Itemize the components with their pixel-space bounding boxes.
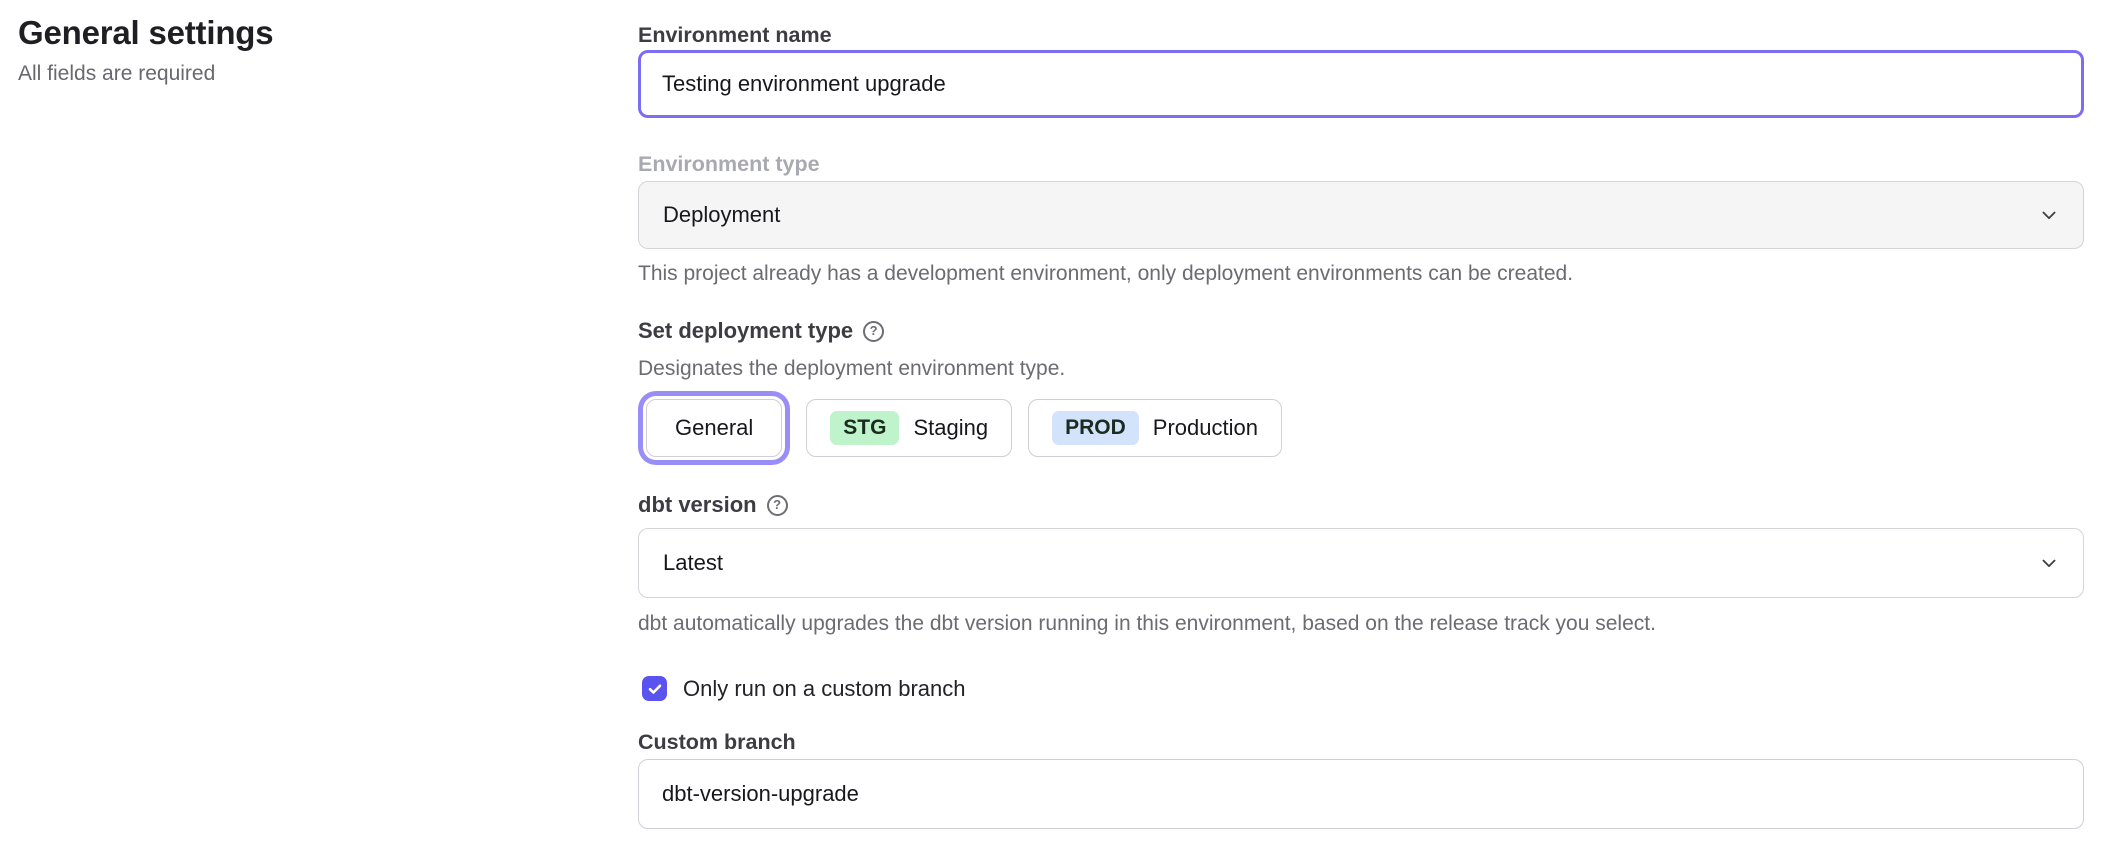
deployment-type-helper: Designates the deployment environment ty… [638, 356, 2084, 382]
page-subtitle: All fields are required [18, 61, 578, 87]
general-settings-form: Environment name Environment type Deploy… [638, 0, 2084, 829]
page-title: General settings [18, 12, 578, 54]
production-badge: PROD [1052, 411, 1139, 445]
deployment-type-options: General STG Staging PROD Production [638, 389, 2084, 467]
checkmark-icon [647, 681, 663, 697]
deployment-type-label: Set deployment type ? [638, 318, 2084, 344]
deployment-type-staging-button[interactable]: STG Staging [806, 399, 1012, 457]
custom-branch-checkbox-label[interactable]: Only run on a custom branch [683, 676, 965, 702]
custom-branch-label: Custom branch [638, 729, 2084, 755]
environment-type-value: Deployment [663, 202, 780, 228]
custom-branch-checkbox-row: Only run on a custom branch [638, 676, 2084, 701]
dbt-version-label-text: dbt version [638, 492, 757, 518]
deployment-type-general-button[interactable]: General [646, 399, 782, 457]
dbt-version-label: dbt version ? [638, 492, 2084, 518]
chevron-down-icon [2039, 553, 2059, 573]
staging-button-label: Staging [913, 415, 988, 441]
deployment-type-label-text: Set deployment type [638, 318, 853, 344]
custom-branch-input[interactable] [638, 759, 2084, 829]
environment-type-select[interactable]: Deployment [638, 181, 2084, 249]
environment-type-label: Environment type [638, 151, 2084, 177]
dbt-version-value: Latest [663, 550, 723, 576]
help-icon[interactable]: ? [767, 495, 788, 516]
production-button-label: Production [1153, 415, 1258, 441]
environment-name-label: Environment name [638, 22, 2084, 48]
environment-name-input[interactable] [638, 50, 2084, 118]
help-icon[interactable]: ? [863, 321, 884, 342]
custom-branch-checkbox[interactable] [642, 676, 667, 701]
chevron-down-icon [2039, 205, 2059, 225]
staging-badge: STG [830, 411, 899, 445]
general-button-label: General [675, 415, 753, 441]
dbt-version-helper: dbt automatically upgrades the dbt versi… [638, 611, 2084, 637]
environment-type-helper: This project already has a development e… [638, 261, 2084, 287]
page-header: General settings All fields are required [18, 12, 578, 87]
dbt-version-select[interactable]: Latest [638, 528, 2084, 598]
deployment-type-production-button[interactable]: PROD Production [1028, 399, 1282, 457]
